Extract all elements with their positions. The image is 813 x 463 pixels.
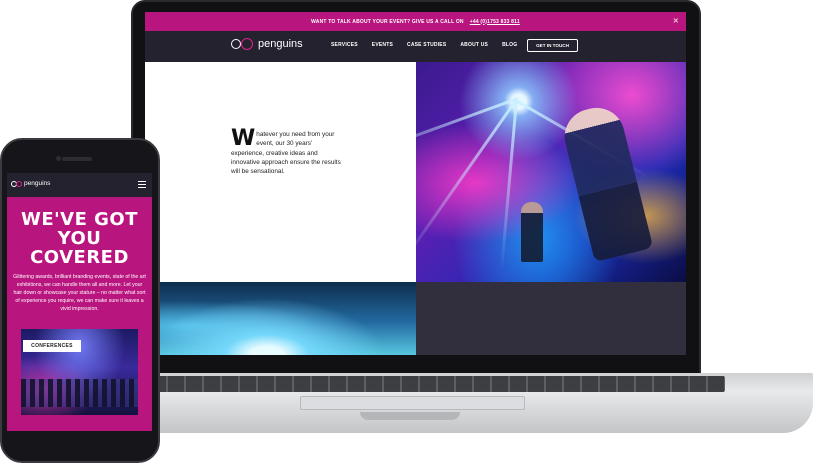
performer-figure — [558, 101, 654, 263]
nav-link-blog[interactable]: BLOG — [502, 42, 517, 48]
site-logo[interactable]: penguins — [231, 38, 303, 50]
phone-speaker — [62, 157, 92, 161]
nav-link-about-us[interactable]: ABOUT US — [460, 42, 488, 48]
get-in-touch-button[interactable]: GET IN TOUCH — [527, 39, 578, 52]
laptop-screen: WANT TO TALK ABOUT YOUR EVENT? GIVE US A… — [145, 12, 686, 355]
mobile-logo-text: penguins — [24, 180, 51, 187]
conferences-label[interactable]: CONFERENCES — [23, 340, 81, 352]
promo-bar: WANT TO TALK ABOUT YOUR EVENT? GIVE US A… — [145, 12, 686, 31]
audience-seats — [21, 379, 138, 407]
nav-links: SERVICES EVENTS CASE STUDIES ABOUT US BL… — [331, 42, 517, 48]
mobile-nav: penguins — [7, 173, 152, 197]
light-beam — [500, 99, 518, 270]
nav-link-services[interactable]: SERVICES — [331, 42, 358, 48]
drop-cap: W — [231, 126, 256, 151]
logo-text: penguins — [258, 38, 303, 50]
light-beam — [416, 97, 518, 162]
phone-camera — [56, 156, 61, 161]
logo-ring-pink-icon — [241, 38, 253, 50]
hamburger-menu-icon[interactable] — [138, 181, 146, 188]
laptop-notch — [360, 412, 460, 420]
phone-screen: penguins WE'VE GOT YOU COVERED Glitterin… — [7, 173, 152, 431]
close-icon[interactable]: ✕ — [673, 17, 679, 25]
site-nav: penguins SERVICES EVENTS CASE STUDIES AB… — [145, 31, 686, 62]
hero-line-2: YOU COVERED — [30, 228, 129, 268]
intro-paragraph: Whatever you need from your event, our 3… — [231, 126, 343, 176]
logo-ring-icon — [231, 39, 241, 49]
hero-line-1: WE'VE GOT — [20, 209, 138, 230]
promo-phone-link[interactable]: +44 (0)1753 833 811 — [470, 19, 520, 25]
laptop-trackpad — [300, 396, 525, 410]
logo-ring-pink-icon — [16, 180, 22, 187]
mobile-logo[interactable]: penguins — [11, 180, 50, 187]
laptop-keyboard — [150, 376, 725, 392]
mobile-hero-heading: WE'VE GOT YOU COVERED — [7, 210, 152, 267]
intro-panel: Whatever you need from your event, our 3… — [145, 62, 416, 282]
nav-link-case-studies[interactable]: CASE STUDIES — [407, 42, 446, 48]
nav-link-events[interactable]: EVENTS — [372, 42, 393, 48]
stage-lights-photo — [145, 282, 416, 355]
promo-text: WANT TO TALK ABOUT YOUR EVENT? GIVE US A… — [311, 18, 464, 25]
mobile-body-text: Glittering awards, brilliant branding ev… — [13, 274, 146, 313]
dark-panel — [416, 282, 686, 355]
concert-photo — [416, 62, 686, 282]
guitarist-figure — [521, 202, 543, 262]
